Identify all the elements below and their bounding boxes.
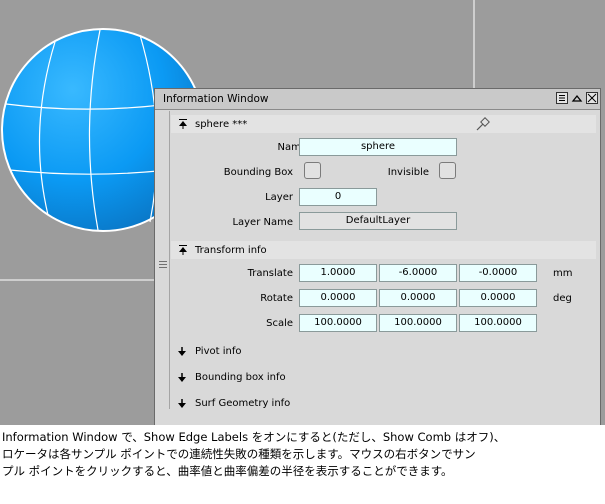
bounding-box-checkbox[interactable]: [304, 162, 321, 179]
expand-arrow-icon: [178, 347, 186, 356]
title-bar[interactable]: Information Window: [155, 89, 600, 110]
expand-arrow-icon: [178, 399, 186, 408]
scale-y-field[interactable]: 100.0000: [379, 314, 457, 332]
grip-icon[interactable]: [159, 261, 167, 270]
bounding-box-label: Bounding Box: [223, 167, 293, 178]
transform-section-title: Transform info: [195, 245, 267, 256]
rotate-z-field[interactable]: 0.0000: [459, 289, 537, 307]
surf-geometry-info-label: Surf Geometry info: [195, 398, 291, 409]
scale-label: Scale: [266, 318, 293, 329]
collapse-arrow-icon[interactable]: [177, 244, 189, 256]
rotate-unit: deg: [553, 293, 572, 304]
object-section-header[interactable]: sphere ***: [171, 115, 596, 133]
scale-z-field[interactable]: 100.0000: [459, 314, 537, 332]
rotate-x-field[interactable]: 0.0000: [299, 289, 377, 307]
name-label: Name: [277, 142, 307, 153]
side-handle[interactable]: [157, 111, 170, 409]
invisible-label: Invisible: [387, 167, 429, 178]
expand-arrow-icon: [178, 373, 186, 382]
transform-section-header[interactable]: Transform info: [171, 241, 596, 259]
object-section-title: sphere ***: [195, 119, 248, 130]
modeling-viewport[interactable]: Information Window sphere *** Name spher…: [0, 0, 605, 425]
information-window[interactable]: Information Window sphere *** Name spher…: [154, 88, 601, 425]
close-icon[interactable]: [586, 92, 598, 104]
translate-x-field[interactable]: 1.0000: [299, 264, 377, 282]
caption: Information Window で、Show Edge Labels をオ…: [2, 429, 602, 480]
scale-x-field[interactable]: 100.0000: [299, 314, 377, 332]
window-title: Information Window: [163, 93, 269, 105]
layer-name-label: Layer Name: [232, 217, 293, 228]
info-content: sphere *** Name sphere Bounding Box Invi…: [171, 111, 596, 409]
translate-unit: mm: [553, 268, 573, 279]
invisible-checkbox[interactable]: [439, 162, 456, 179]
caption-line: Information Window で、Show Edge Labels をオ…: [2, 430, 506, 444]
pivot-info-label: Pivot info: [195, 346, 242, 357]
layer-label: Layer: [265, 192, 293, 203]
caption-line: プル ポイントをクリックすると、曲率値と曲率偏差の半径を表示することができます。: [2, 464, 453, 478]
layer-name-field[interactable]: DefaultLayer: [299, 212, 457, 230]
layer-field[interactable]: 0: [299, 188, 377, 206]
caption-line: ロケータは各サンプル ポイントでの連続性失敗の種類を示します。マウスの右ボタンで…: [2, 447, 476, 461]
bounding-box-info-label: Bounding box info: [195, 372, 286, 383]
collapse-arrow-icon[interactable]: [177, 118, 189, 130]
translate-z-field[interactable]: -0.0000: [459, 264, 537, 282]
rotate-y-field[interactable]: 0.0000: [379, 289, 457, 307]
name-field[interactable]: sphere: [299, 138, 457, 156]
collapse-icon[interactable]: [571, 92, 583, 104]
menu-icon[interactable]: [556, 92, 568, 104]
pin-icon[interactable]: [475, 116, 491, 132]
translate-label: Translate: [247, 268, 293, 279]
translate-y-field[interactable]: -6.0000: [379, 264, 457, 282]
rotate-label: Rotate: [260, 293, 293, 304]
